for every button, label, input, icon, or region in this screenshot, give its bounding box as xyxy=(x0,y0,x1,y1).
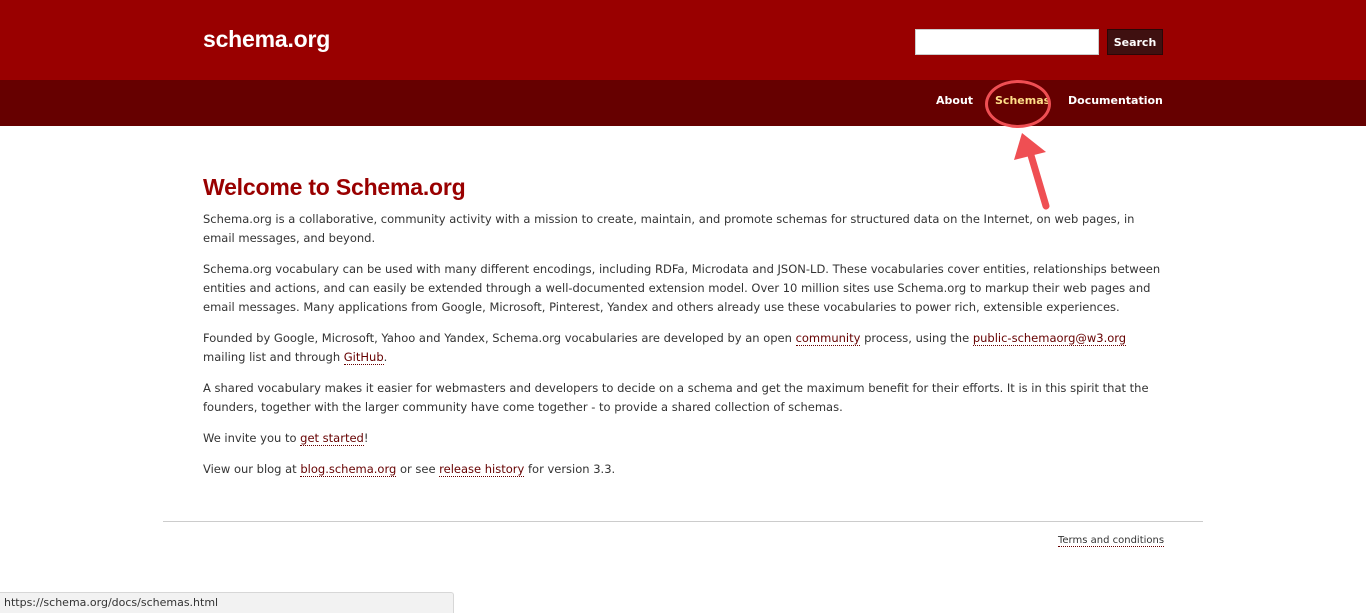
community-link[interactable]: community xyxy=(795,331,861,346)
paragraph-text: . xyxy=(383,350,388,364)
terms-link[interactable]: Terms and conditions xyxy=(1058,535,1165,547)
paragraph-text: View our blog at xyxy=(203,462,301,476)
shared-vocabulary-paragraph: A shared vocabulary makes it easier for … xyxy=(203,381,1149,414)
invite-paragraph: We invite you to get started! xyxy=(203,429,1163,448)
mailing-list-link[interactable]: public-schemaorg@w3.org xyxy=(972,331,1127,346)
blog-paragraph: View our blog at blog.schema.org or see … xyxy=(203,460,1163,479)
intro-paragraph: Schema.org is a collaborative, community… xyxy=(203,212,1135,245)
paragraph-text: We invite you to xyxy=(203,431,301,445)
github-link[interactable]: GitHub xyxy=(343,350,384,365)
release-history-link[interactable]: release history xyxy=(439,462,525,477)
paragraph-text: or see xyxy=(396,462,440,476)
blog-link[interactable]: blog.schema.org xyxy=(300,462,397,477)
vocabulary-paragraph: Schema.org vocabulary can be used with m… xyxy=(203,262,1161,314)
paragraph-text: ! xyxy=(363,431,369,445)
paragraph-text: Founded by Google, Microsoft, Yahoo and … xyxy=(203,331,796,345)
founders-paragraph: Founded by Google, Microsoft, Yahoo and … xyxy=(203,329,1163,367)
footer-divider xyxy=(163,521,1203,522)
paragraph-text: for version 3.3. xyxy=(524,462,616,476)
paragraph-text: process, using the xyxy=(860,331,973,345)
page-title: Welcome to Schema.org xyxy=(203,174,466,200)
browser-status-bar: https://schema.org/docs/schemas.html xyxy=(0,592,454,613)
get-started-link[interactable]: get started xyxy=(300,431,364,446)
main-content: Welcome to Schema.org Schema.org is a co… xyxy=(203,174,1163,491)
paragraph-text: mailing list and through xyxy=(203,350,344,364)
